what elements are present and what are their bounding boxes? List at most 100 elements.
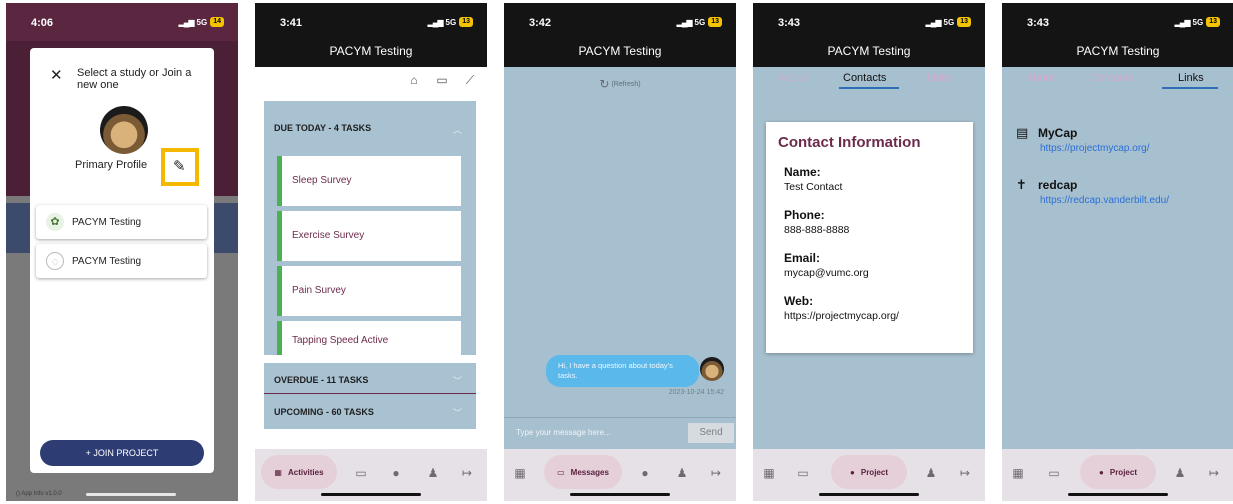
avatar: [100, 106, 148, 154]
status-bar: 3:41 ▂▄▆ 5G 13: [255, 3, 487, 41]
bottom-navigation: ▦ ▭ ● Project ♟ ↦: [1002, 449, 1233, 501]
phone-screen-activities: 3:41 ▂▄▆ 5G 13 PACYM Testing ⌂ ▭ ⟋ DUE TOD…: [255, 3, 487, 501]
status-signal: ▂▄▆ 5G 13: [926, 17, 971, 27]
nav-project[interactable]: ● Project: [1080, 455, 1156, 489]
tab-links[interactable]: Links: [1178, 72, 1204, 84]
home-icon[interactable]: ⌂: [405, 73, 423, 88]
message-input[interactable]: Type your message here...: [516, 428, 611, 437]
study-item[interactable]: ◌ PACYM Testing: [36, 244, 207, 278]
book-icon: ▤: [1016, 125, 1029, 140]
status-time: 3:43: [778, 17, 801, 29]
task-item[interactable]: Pain Survey: [277, 266, 461, 316]
accessibility-icon: ✝: [1016, 177, 1027, 192]
messages-content: ↻ (Refresh) Hi, I have a question about t…: [504, 67, 736, 449]
phone-screen-contacts: 3:43 ▂▄▆ 5G 13 PACYM Testing About Contact…: [753, 3, 985, 501]
tab-about[interactable]: About: [779, 72, 808, 84]
nav-messages[interactable]: ▭ Messages: [544, 455, 622, 489]
avatar: [700, 357, 724, 381]
upcoming-header: UPCOMING - 60 TASKS: [274, 407, 374, 417]
bottom-navigation: ▦ Activities ▭ ● ♟ ↦: [255, 449, 487, 501]
logout-icon[interactable]: ↦: [955, 463, 975, 483]
contact-name-label: Name:: [784, 165, 821, 179]
calendar-icon[interactable]: ▦: [759, 463, 779, 483]
link-url[interactable]: https://projectmycap.org/: [1040, 143, 1150, 154]
tab-about[interactable]: About: [1026, 72, 1055, 84]
nav-project[interactable]: ● Project: [831, 455, 907, 489]
dialog-title: Select a study or Join a new one: [77, 67, 192, 91]
person-icon[interactable]: ♟: [423, 463, 443, 483]
info-icon[interactable]: ●: [635, 463, 655, 483]
contact-phone[interactable]: 888-888-8888: [784, 224, 961, 236]
status-time: 3:41: [280, 17, 303, 29]
project-tabs: About Contacts Links: [753, 67, 985, 89]
calendar-icon[interactable]: ▦: [1008, 463, 1028, 483]
contact-web-label: Web:: [784, 294, 814, 308]
section-divider: [264, 393, 476, 394]
edit-profile-button[interactable]: ✎: [161, 148, 199, 186]
status-bar: 4:06 ▂▄▆ 5G 14: [6, 3, 238, 41]
info-icon[interactable]: ●: [386, 463, 406, 483]
tab-links[interactable]: Links: [927, 72, 953, 84]
due-today-header[interactable]: DUE TODAY - 4 TASKS: [274, 123, 371, 133]
contact-card: Contact Information Name: Test Contact P…: [766, 122, 973, 353]
status-signal: ▂▄▆ 5G 13: [428, 17, 473, 27]
study-item[interactable]: ✿ PACYM Testing: [36, 205, 207, 239]
refresh-icon: ↻: [599, 77, 610, 91]
message-bubble: Hi, I have a question about today's task…: [546, 355, 699, 387]
person-icon[interactable]: ♟: [672, 463, 692, 483]
phone-screen-study-select: 4:06 ▂▄▆ 5G 14 ✕ Select a study or Join a …: [6, 3, 238, 501]
app-version: () App Info v1.0.0: [16, 491, 62, 497]
contact-web[interactable]: https://projectmycap.org/: [784, 310, 961, 322]
status-bar: 3:43 ▂▄▆ 5G 13: [753, 3, 985, 41]
bottom-navigation: ▦ ▭ ● Project ♟ ↦: [753, 449, 985, 501]
contact-email[interactable]: mycap@vumc.org: [784, 267, 961, 279]
app-title: PACYM Testing: [1002, 41, 1233, 67]
link-item[interactable]: ▤ MyCap https://projectmycap.org/: [1016, 125, 1150, 154]
status-time: 4:06: [31, 17, 54, 29]
join-project-button[interactable]: + JOIN PROJECT: [40, 440, 204, 466]
contact-name: Test Contact: [784, 181, 843, 193]
phone-screen-messages: 3:42 ▂▄▆ 5G 13 PACYM Testing ↻ (Refresh) Hi…: [504, 3, 736, 501]
due-today-section: DUE TODAY - 4 TASKS ︿ Sleep Survey Exerc…: [264, 101, 476, 355]
bottom-navigation: ▦ ▭ Messages ● ♟ ↦: [504, 449, 736, 501]
home-indicator: [570, 493, 670, 496]
activities-content: ⌂ ▭ ⟋ DUE TODAY - 4 TASKS ︿ Sleep Survey…: [255, 67, 487, 449]
view-toggle: ⌂ ▭ ⟋: [405, 73, 479, 88]
link-url[interactable]: https://redcap.vanderbilt.edu/: [1040, 195, 1169, 206]
status-signal: ▂▄▆ 5G 13: [677, 17, 722, 27]
calendar-icon[interactable]: ▦: [510, 463, 530, 483]
app-title: PACYM Testing: [753, 41, 985, 67]
study-placeholder-icon: ◌: [46, 252, 64, 270]
pencil-icon: ✎: [173, 158, 186, 175]
close-icon[interactable]: ✕: [50, 66, 63, 84]
chevron-up-icon[interactable]: ︿: [453, 123, 462, 136]
task-item[interactable]: Sleep Survey: [277, 156, 461, 206]
profile-name: Primary Profile: [75, 159, 148, 171]
link-item[interactable]: ✝ redcap https://redcap.vanderbilt.edu/: [1016, 177, 1169, 206]
nav-activities[interactable]: ▦ Activities: [261, 455, 337, 489]
contact-phone-label: Phone:: [784, 208, 825, 222]
status-time: 3:42: [529, 17, 552, 29]
folder-icon[interactable]: ▭: [433, 73, 451, 88]
chart-icon[interactable]: ⟋: [461, 73, 479, 88]
upcoming-section[interactable]: UPCOMING - 60 TASKS ﹀: [264, 395, 476, 429]
chat-icon[interactable]: ▭: [351, 463, 371, 483]
person-icon[interactable]: ♟: [1170, 463, 1190, 483]
status-time: 3:43: [1027, 17, 1050, 29]
logout-icon[interactable]: ↦: [706, 463, 726, 483]
overdue-section[interactable]: OVERDUE - 11 TASKS ﹀: [264, 363, 476, 397]
person-icon[interactable]: ♟: [921, 463, 941, 483]
project-tabs: About Contacts Links: [1002, 67, 1233, 89]
tab-contacts[interactable]: Contacts: [1090, 72, 1133, 84]
logout-icon[interactable]: ↦: [1204, 463, 1224, 483]
home-indicator: [321, 493, 421, 496]
chat-icon[interactable]: ▭: [793, 463, 813, 483]
chat-icon[interactable]: ▭: [1044, 463, 1064, 483]
task-item[interactable]: Exercise Survey: [277, 211, 461, 261]
tab-contacts[interactable]: Contacts: [843, 72, 886, 84]
send-button[interactable]: Send: [688, 423, 734, 443]
task-item[interactable]: Tapping Speed Active: [277, 321, 461, 355]
refresh-button[interactable]: ↻ (Refresh): [504, 77, 736, 91]
logout-icon[interactable]: ↦: [457, 463, 477, 483]
app-title: PACYM Testing: [504, 41, 736, 67]
